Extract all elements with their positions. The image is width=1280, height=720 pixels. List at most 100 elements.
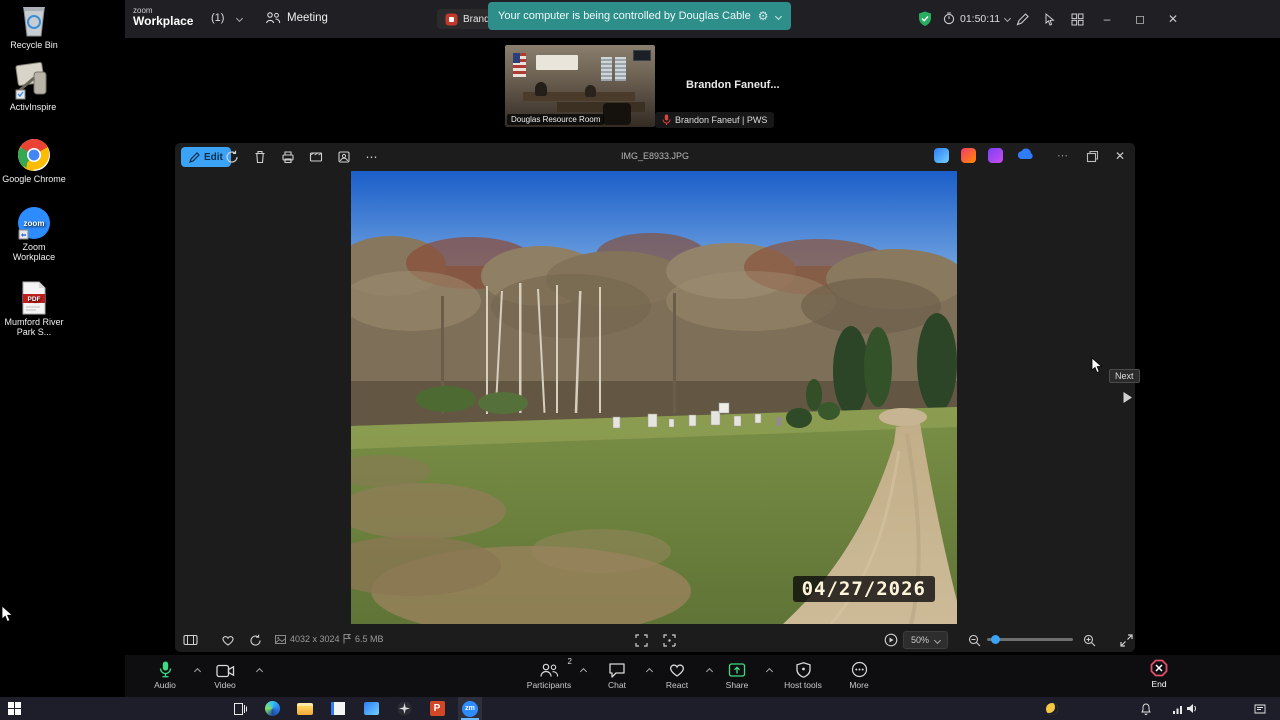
video-tile-room[interactable]: Douglas Resource Room (505, 45, 655, 127)
file-explorer-icon[interactable] (293, 697, 317, 720)
pin-icon[interactable]: ⋯ (1057, 149, 1068, 162)
zoom-out-icon[interactable] (963, 629, 985, 651)
close-photos-button[interactable]: ✕ (1115, 149, 1125, 163)
dark-app-icon[interactable] (392, 697, 416, 720)
audio-button[interactable]: Audio (143, 661, 187, 690)
maximize-button[interactable]: ◻ (1126, 0, 1154, 38)
chat-button[interactable]: Chat (595, 661, 639, 690)
zoom-workplace-logo: zoom Workplace (133, 7, 193, 28)
wall-tv (633, 50, 651, 61)
actual-size-icon[interactable] (658, 629, 680, 651)
host-tools-shield-icon (796, 662, 811, 678)
volume-icon[interactable] (1180, 697, 1204, 720)
dimensions-icon (275, 635, 286, 644)
designer-icon[interactable] (934, 148, 949, 163)
fullscreen-icon[interactable] (1115, 629, 1137, 651)
end-button[interactable]: End (1137, 660, 1181, 689)
banner-gear-icon[interactable]: ⚙ (758, 9, 769, 23)
speaker-mic-pill: Brandon Faneuf | PWS (655, 112, 774, 128)
security-shield-icon[interactable] (918, 11, 932, 27)
photo-image: 04/27/2026 (351, 171, 957, 624)
zoom-percent-dropdown[interactable]: 50% (903, 631, 948, 649)
icon-label: Mumford River Park S... (1, 317, 67, 338)
window-blinds (615, 57, 626, 81)
share-chevron-icon[interactable] (766, 668, 773, 675)
weather-icon[interactable] (1040, 697, 1064, 720)
onedrive-icon[interactable] (1016, 148, 1034, 161)
restore-icon[interactable] (1081, 145, 1103, 167)
video-label: Video (203, 680, 247, 690)
action-center-icon[interactable] (1248, 697, 1272, 720)
desktop-icon-zoom-workplace[interactable]: zoom Zoom Workplace (1, 206, 67, 263)
view-grid-icon[interactable] (1071, 13, 1084, 26)
chat-label: Chat (595, 680, 639, 690)
desktop-icon-activinspire[interactable]: ActivInspire (0, 60, 66, 112)
participants-button[interactable]: 2 Participants (518, 661, 580, 690)
chat-chevron-icon[interactable] (646, 668, 653, 675)
muted-mic-icon (662, 114, 671, 126)
zoom-percent-text: 50% (911, 635, 929, 645)
task-view-button[interactable] (228, 697, 252, 720)
slideshow-play-icon[interactable] (880, 629, 902, 651)
react-chevron-icon[interactable] (706, 668, 713, 675)
favorite-heart-icon[interactable] (217, 629, 239, 651)
pointer-tool-icon[interactable] (1044, 13, 1057, 26)
share-button[interactable]: Share (715, 661, 759, 690)
calendar-app-icon[interactable] (326, 697, 350, 720)
host-tools-label: Host tools (775, 680, 831, 690)
more-button[interactable]: More (837, 661, 881, 690)
photos-statusbar: 4032 x 3024 6.5 MB 50% (175, 628, 1135, 652)
filesize-icon (343, 634, 351, 644)
annotate-pen-icon[interactable] (1016, 13, 1029, 26)
react-label: React (655, 680, 699, 690)
zoom-taskbar-icon[interactable]: zm (458, 697, 482, 720)
recycle-bin-icon (18, 2, 50, 38)
start-button[interactable] (2, 697, 26, 720)
desktop-icon-pdf[interactable]: PDF Mumford River Park S... (1, 281, 67, 338)
zoom-in-icon[interactable] (1078, 629, 1100, 651)
host-tools-button[interactable]: Host tools (775, 661, 831, 690)
desktop-icon-recycle-bin[interactable]: Recycle Bin (1, 2, 67, 50)
zoom-slider[interactable] (987, 638, 1073, 641)
clipchamp-icon[interactable] (961, 148, 976, 163)
react-button[interactable]: React (655, 661, 699, 690)
active-speaker-name: Brandon Faneuf... (686, 79, 780, 91)
tab-meeting[interactable]: Meeting (265, 11, 328, 24)
microphone-icon (158, 661, 173, 678)
timer-chevron-icon (1004, 15, 1011, 22)
participants-chevron-icon[interactable] (580, 668, 587, 675)
zoom-slider-thumb[interactable] (991, 635, 1000, 644)
next-tooltip: Next (1109, 369, 1140, 383)
edge-icon[interactable] (260, 697, 284, 720)
desktop-icon-chrome[interactable]: Google Chrome (1, 138, 67, 184)
remote-control-banner: Your computer is being controlled by Dou… (488, 2, 791, 30)
notification-bell-icon[interactable] (1134, 697, 1158, 720)
banner-chevron-icon[interactable] (774, 12, 781, 19)
more-label: More (837, 680, 881, 690)
tab-meeting-label: Meeting (287, 12, 328, 24)
fit-screen-icon[interactable] (630, 629, 652, 651)
person-silhouette (585, 85, 596, 97)
video-options-chevron-icon[interactable] (256, 668, 263, 675)
next-button[interactable] (1122, 391, 1133, 404)
zoom-titlebar: zoom Workplace (1) Meeting Brandon Faneu… (125, 0, 1280, 38)
camera-icon (216, 664, 235, 678)
minimize-button[interactable]: – (1093, 0, 1121, 38)
zoom-meeting-toolbar: Audio Video 2 Participants Chat React Sh… (125, 655, 1280, 697)
chevron-down-icon[interactable] (236, 15, 243, 22)
powerpoint-icon[interactable]: P (425, 697, 449, 720)
brand-workplace: Workplace (133, 15, 193, 28)
flag-canton (513, 53, 520, 63)
more-icon (851, 661, 868, 678)
close-button[interactable]: ✕ (1159, 0, 1187, 38)
meeting-timer[interactable]: 01:50:11 (943, 12, 1010, 25)
audio-options-chevron-icon[interactable] (194, 668, 201, 675)
video-button[interactable]: Video (203, 661, 247, 690)
rotate-small-icon[interactable] (244, 629, 266, 651)
photos-app-icon[interactable] (359, 697, 383, 720)
filmstrip-icon[interactable] (179, 629, 201, 651)
gallery-folder-icon[interactable] (988, 148, 1003, 163)
icon-label: ActivInspire (0, 102, 66, 112)
speaker-mic-label: Brandon Faneuf | PWS (675, 115, 767, 125)
photo-date-stamp: 04/27/2026 (793, 576, 935, 602)
